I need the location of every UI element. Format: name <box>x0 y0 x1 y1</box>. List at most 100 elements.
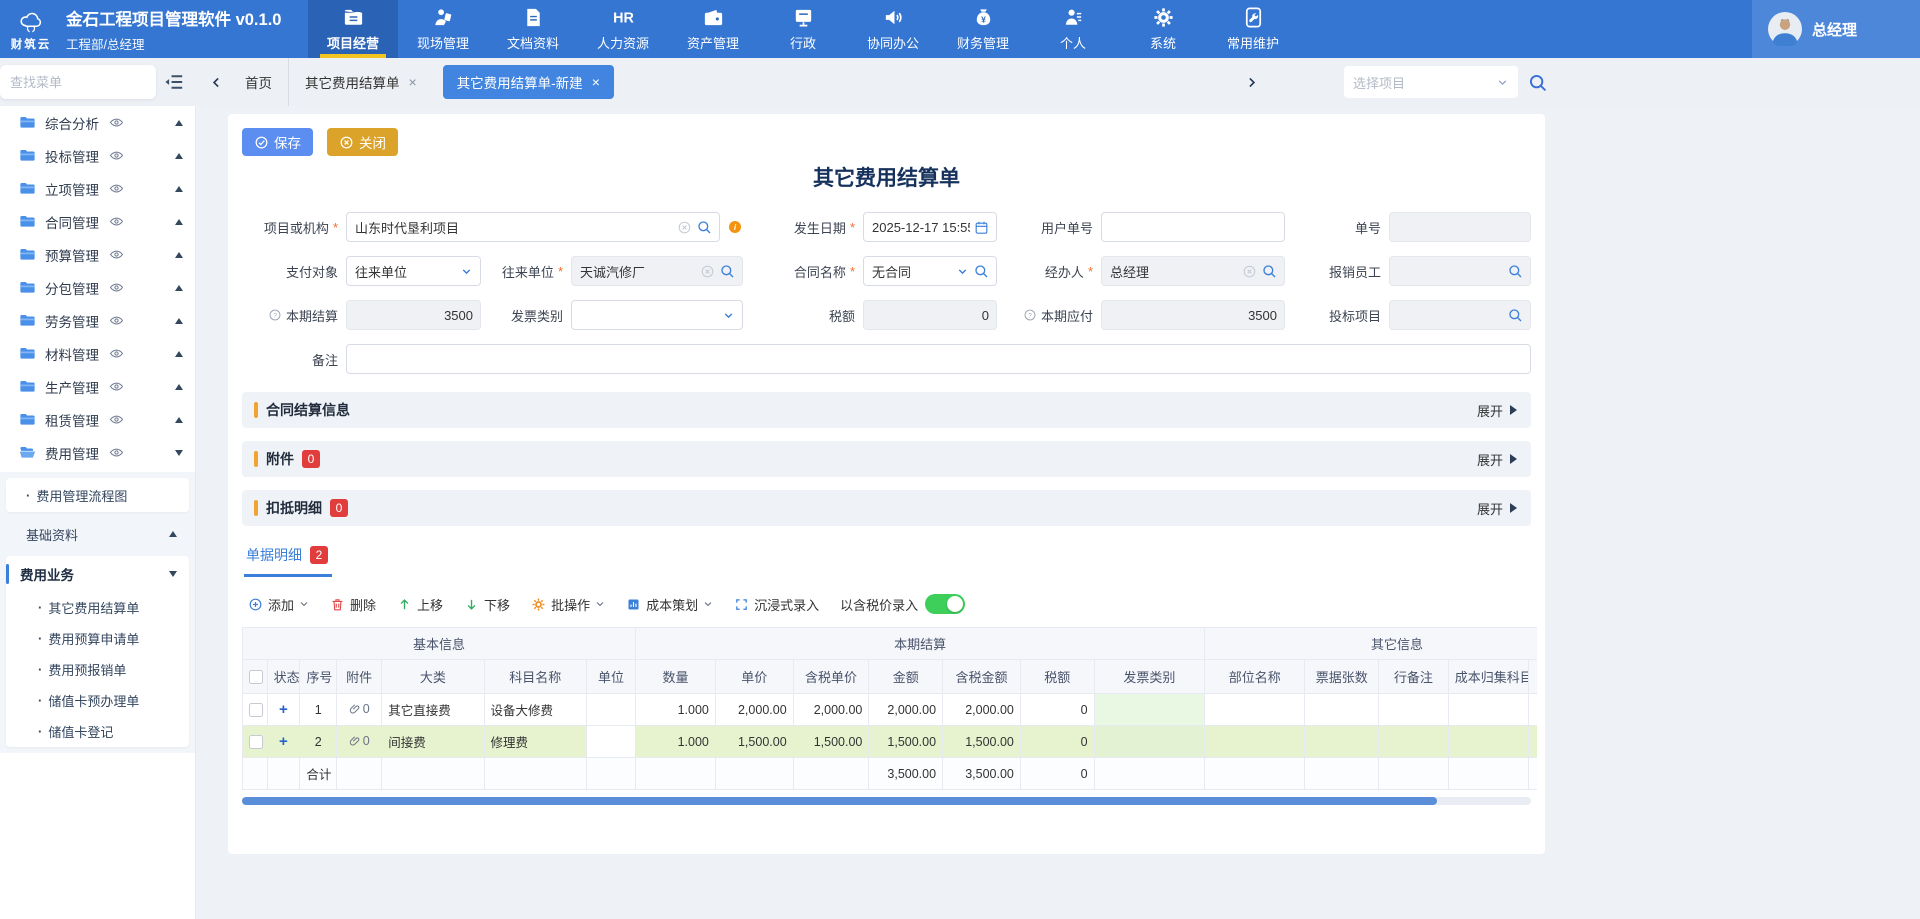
nav-item-personal[interactable]: 个人 <box>1028 0 1118 58</box>
collapse-up-icon[interactable] <box>175 351 183 357</box>
sidebar-folder-材料管理[interactable]: 材料管理 <box>0 337 195 370</box>
sidebar-folder-立项管理[interactable]: 立项管理 <box>0 172 195 205</box>
section-contract-settle-info[interactable]: 合同结算信息展开 <box>242 392 1531 428</box>
cost-button[interactable]: 成本策划 <box>626 595 713 614</box>
scrollbar-thumb[interactable] <box>242 797 1437 805</box>
unit-cell[interactable] <box>586 726 635 758</box>
collapse-up-icon[interactable] <box>175 285 183 291</box>
plate-no-cell[interactable] <box>1528 694 1537 726</box>
up-button[interactable]: 上移 <box>397 595 443 614</box>
sidebar-group-fee-business[interactable]: 费用业务 <box>6 556 189 592</box>
delete-button[interactable]: 删除 <box>330 595 376 614</box>
vendor-input[interactable] <box>571 256 743 286</box>
price-cell[interactable]: 1,500.00 <box>715 726 793 758</box>
search-icon[interactable] <box>1261 263 1277 279</box>
sidebar-item-费用预算申请单[interactable]: ·费用预算申请单 <box>6 623 189 654</box>
sidebar-item-费用预报销单[interactable]: ·费用预报销单 <box>6 654 189 685</box>
nav-item-finance[interactable]: ¥财务管理 <box>938 0 1028 58</box>
part-name-cell[interactable] <box>1205 694 1305 726</box>
status-cell[interactable]: + <box>267 694 300 726</box>
close-tab-icon[interactable]: × <box>592 75 600 89</box>
row-remark-cell[interactable] <box>1379 694 1449 726</box>
tab-detail[interactable]: 单据明细 2 <box>244 545 332 577</box>
eye-icon[interactable] <box>109 115 124 130</box>
sidebar-folder-投标管理[interactable]: 投标管理 <box>0 139 195 172</box>
collapse-up-icon[interactable] <box>175 186 183 192</box>
eye-icon[interactable] <box>109 379 124 394</box>
sidebar-item-储值卡预办理单[interactable]: ·储值卡预办理单 <box>6 685 189 716</box>
search-icon[interactable] <box>1507 307 1523 323</box>
part-name-cell[interactable] <box>1205 726 1305 758</box>
row-checkbox[interactable] <box>249 703 263 717</box>
collapse-up-icon[interactable] <box>175 384 183 390</box>
eye-icon[interactable] <box>109 280 124 295</box>
date-input[interactable] <box>863 212 997 242</box>
section-attachments[interactable]: 附件0展开 <box>242 441 1531 477</box>
reimburse-emp-input[interactable] <box>1389 256 1531 286</box>
collapse-up-icon[interactable] <box>175 417 183 423</box>
unit-cell[interactable] <box>586 694 635 726</box>
tab-0[interactable]: 首页 <box>229 58 288 106</box>
amount-cell[interactable]: 1,500.00 <box>869 726 943 758</box>
sidebar-folder-费用管理[interactable]: 费用管理 <box>0 436 195 469</box>
remark-input[interactable] <box>346 344 1531 374</box>
eye-icon[interactable] <box>109 148 124 163</box>
close-tab-icon[interactable]: × <box>409 75 417 89</box>
seq-cell[interactable]: 2 <box>300 726 337 758</box>
save-button[interactable]: 保存 <box>242 128 313 156</box>
project-select[interactable]: 选择项目 <box>1344 66 1518 98</box>
ticket-count-cell[interactable] <box>1305 726 1379 758</box>
collapse-up-icon[interactable] <box>175 252 183 258</box>
user-area[interactable]: 总经理 <box>1752 0 1920 58</box>
category-cell[interactable]: 间接费 <box>382 726 484 758</box>
nav-item-asset[interactable]: 资产管理 <box>668 0 758 58</box>
seq-cell[interactable]: 1 <box>300 694 337 726</box>
search-icon[interactable] <box>1507 263 1523 279</box>
nav-item-hr[interactable]: HR人力资源 <box>578 0 668 58</box>
subject-cell[interactable]: 设备大修费 <box>484 694 586 726</box>
price-tax-cell[interactable]: 1,500.00 <box>793 726 869 758</box>
nav-item-collab[interactable]: 协同办公 <box>848 0 938 58</box>
row-checkbox[interactable] <box>249 735 263 749</box>
price-cell[interactable]: 2,000.00 <box>715 694 793 726</box>
chevron-down-icon[interactable] <box>722 309 735 322</box>
collapse-up-icon[interactable] <box>175 153 183 159</box>
sidebar-folder-合同管理[interactable]: 合同管理 <box>0 205 195 238</box>
invoice-type-select[interactable] <box>571 300 743 330</box>
clear-icon[interactable] <box>677 220 692 235</box>
tabs-forward-icon[interactable] <box>1239 72 1264 93</box>
sidebar-item-其它费用结算单[interactable]: ·其它费用结算单 <box>6 592 189 623</box>
amount-tax-cell[interactable]: 2,000.00 <box>943 694 1021 726</box>
sidebar-folder-预算管理[interactable]: 预算管理 <box>0 238 195 271</box>
add-button[interactable]: 添加 <box>248 595 309 614</box>
batch-button[interactable]: 批操作 <box>531 595 605 614</box>
user-no-input[interactable] <box>1101 212 1285 242</box>
pay-target-select[interactable]: 往来单位 <box>346 256 481 286</box>
attachment-cell[interactable]: 0 <box>337 694 382 726</box>
select-all-checkbox[interactable] <box>249 670 263 684</box>
search-icon[interactable] <box>973 263 989 279</box>
clear-icon[interactable] <box>1242 264 1257 279</box>
sidebar-folder-分包管理[interactable]: 分包管理 <box>0 271 195 304</box>
chevron-down-icon[interactable] <box>460 265 473 278</box>
sidebar-folder-综合分析[interactable]: 综合分析 <box>0 106 195 139</box>
row-remark-cell[interactable] <box>1379 726 1449 758</box>
qty-cell[interactable]: 1.000 <box>636 694 716 726</box>
tab-2[interactable]: 其它费用结算单-新建× <box>443 65 614 99</box>
sidebar-folder-劳务管理[interactable]: 劳务管理 <box>0 304 195 337</box>
sidebar-item-fee-flow-chart[interactable]: · 费用管理流程图 <box>6 478 189 512</box>
contract-select[interactable]: 无合同 <box>863 256 997 286</box>
collapse-down-icon[interactable] <box>175 450 183 456</box>
qty-cell[interactable]: 1.000 <box>636 726 716 758</box>
amount-tax-cell[interactable]: 1,500.00 <box>943 726 1021 758</box>
plate-no-cell[interactable] <box>1528 726 1537 758</box>
nav-item-project[interactable]: 项目经营 <box>308 0 398 58</box>
nav-item-admin[interactable]: 行政 <box>758 0 848 58</box>
chevron-down-icon[interactable] <box>956 265 969 278</box>
eye-icon[interactable] <box>109 412 124 427</box>
collapse-up-icon[interactable] <box>175 120 183 126</box>
tax-toggle[interactable] <box>925 594 965 614</box>
invoice-type-cell[interactable] <box>1094 694 1205 726</box>
calendar-icon[interactable] <box>974 220 989 235</box>
close-button[interactable]: 关闭 <box>327 128 398 156</box>
